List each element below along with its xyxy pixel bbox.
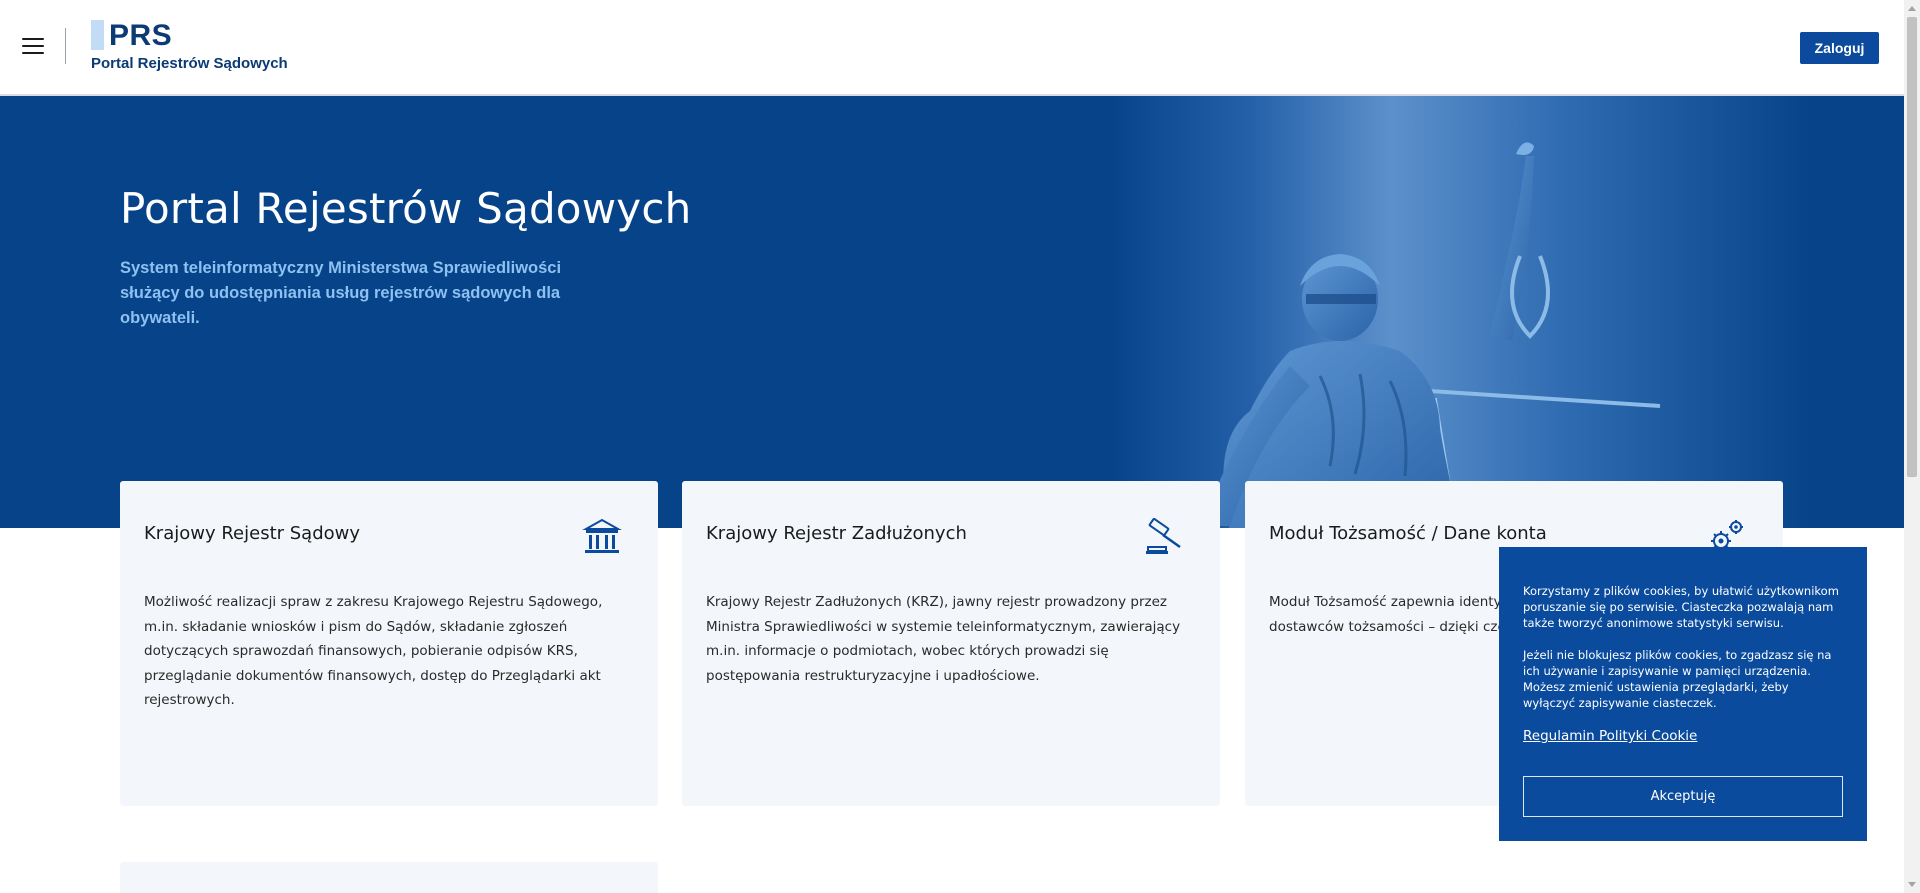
card-title: Moduł Tożsamość / Dane konta [1269,523,1547,544]
scroll-thumb[interactable] [1907,17,1917,477]
card-description: Krajowy Rejestr Zadłużonych (KRZ), jawny… [706,594,1181,684]
login-button[interactable]: Zaloguj [1800,32,1879,64]
cookie-text-1: Korzystamy z plików cookies, by ułatwić … [1523,584,1839,630]
cookie-text-2: Jeżeli nie blokujesz plików cookies, to … [1523,648,1832,710]
cookie-banner: Korzystamy z plików cookies, by ułatwić … [1499,547,1867,841]
card-title: Krajowy Rejestr Sądowy [144,523,361,544]
card-description: Możliwość realizacji spraw z zakresu Kra… [144,594,603,708]
card-krs[interactable]: Krajowy Rejestr Sądowy Możliwość realiza… [120,481,658,806]
gavel-icon [1146,517,1181,554]
lady-justice-statue-image [1200,142,1661,528]
courthouse-icon [582,518,622,553]
logo-subtitle: Portal Rejestrów Sądowych [91,55,288,72]
menu-icon[interactable] [22,38,44,56]
header-divider [65,28,66,64]
cookie-accept-button[interactable]: Akceptuję [1523,776,1843,817]
hero-description: System teleinformatyczny Ministerstwa Sp… [120,259,562,327]
card-partial[interactable] [120,862,658,893]
logo-text: PRS [109,19,173,52]
logo-mark [91,20,104,50]
scrollbar[interactable] [1904,0,1920,893]
hero-title: Portal Rejestrów Sądowych [120,184,692,233]
site-header: PRS Portal Rejestrów Sądowych Zaloguj [0,0,1904,96]
card-title: Krajowy Rejestr Zadłużonych [706,523,967,544]
scroll-down-arrow-icon[interactable] [1908,882,1916,887]
cookie-policy-link[interactable]: Regulamin Polityki Cookie [1523,728,1697,744]
hero-banner: Portal Rejestrów Sądowych System teleinf… [0,96,1904,528]
site-logo[interactable]: PRS Portal Rejestrów Sądowych [91,20,288,72]
scroll-up-arrow-icon[interactable] [1908,6,1916,11]
card-krz[interactable]: Krajowy Rejestr Zadłużonych Krajowy Reje… [682,481,1220,806]
